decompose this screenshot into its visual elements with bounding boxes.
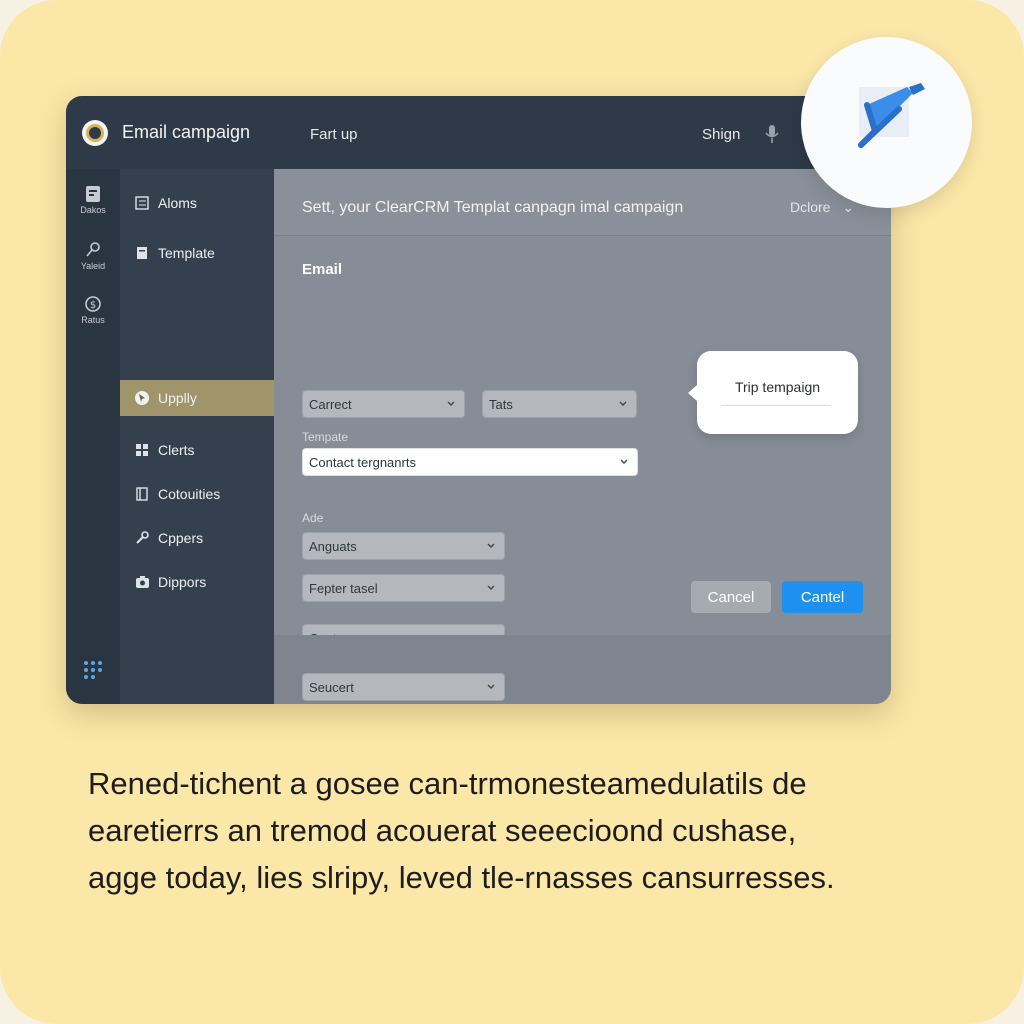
sidebar-item-label: Cppers xyxy=(158,530,204,546)
sidebar-item-label: Clerts xyxy=(158,442,195,458)
select-value: Contact tergnanrts xyxy=(309,454,416,470)
sidebar-item-dippors[interactable]: Dippors xyxy=(120,564,274,600)
chevron-down-icon xyxy=(487,543,495,548)
select-value: Fepter tasel xyxy=(309,580,378,596)
camera-icon xyxy=(134,574,150,590)
dropdown-anguats[interactable]: Anguats xyxy=(302,532,505,560)
main-panel: Sett, your ClearCRM Templat canpagn imal… xyxy=(274,169,891,704)
caption-line: earetierrs an tremod acouerat seeecioond… xyxy=(88,813,797,848)
select-value: Anguats xyxy=(309,538,357,554)
chevron-down-icon xyxy=(620,459,628,464)
sidebar-item-label: Aloms xyxy=(158,195,197,211)
book-icon xyxy=(134,486,150,502)
document-icon xyxy=(86,186,100,202)
caption-line: Rened-tichent a gosee can-trmonesteamedu… xyxy=(88,766,807,801)
header-dropdown[interactable]: Dclore ⌄ xyxy=(790,199,854,216)
sidebar-item-aloms[interactable]: Aloms xyxy=(120,185,274,221)
email-select-a[interactable]: Carrect xyxy=(302,390,465,418)
sidebar-item-label: Template xyxy=(158,245,215,261)
wrench-icon xyxy=(134,530,150,546)
template-icon xyxy=(134,245,150,261)
select-value: Carrect xyxy=(309,396,352,412)
title-bar: Email campaign Fart up Shign xyxy=(66,96,891,169)
sidebar-item-upplly[interactable]: Upplly xyxy=(120,380,274,416)
sidebar-item-template[interactable]: Template xyxy=(120,235,274,271)
app-title: Email campaign xyxy=(122,122,251,142)
grid-icon xyxy=(134,442,150,458)
ade-label: Ade xyxy=(302,511,324,525)
dollar-icon: $ xyxy=(85,296,101,312)
microphone-icon[interactable] xyxy=(764,124,780,144)
cursor-icon xyxy=(134,390,150,406)
tooltip-divider xyxy=(721,405,831,406)
cancel-button[interactable]: Cancel xyxy=(691,581,771,613)
icon-rail: Dakos Yaleid $ Ratus xyxy=(66,169,120,704)
dropdown-seucert[interactable]: Seucert xyxy=(302,673,505,701)
tooltip-popover: Trip tempaign xyxy=(688,351,858,434)
select-value: Tats xyxy=(489,396,513,412)
panel-heading: Sett, your ClearCRM Templat canpagn imal… xyxy=(302,199,684,216)
sidebar-item-label: Cotouities xyxy=(158,486,221,502)
template-label: Tempate xyxy=(302,430,349,444)
rail-item-ratus[interactable]: $ Ratus xyxy=(66,295,120,325)
rail-item-dakos[interactable]: Dakos xyxy=(66,185,120,215)
email-section-label: Email xyxy=(302,261,343,278)
chevron-down-icon xyxy=(487,585,495,590)
chevron-down-icon xyxy=(487,684,495,689)
select-value: Seucert xyxy=(309,679,354,695)
sidebar-item-cppers[interactable]: Cppers xyxy=(120,520,274,556)
sidebar-item-label: Dippors xyxy=(158,574,207,590)
panel-header: Sett, your ClearCRM Templat canpagn imal… xyxy=(274,169,891,236)
caption-text: Rened-tichent a gosee can-trmonesteamedu… xyxy=(88,760,948,901)
tooltip-text: Trip tempaign xyxy=(734,379,821,395)
email-select-b[interactable]: Tats xyxy=(482,390,637,418)
primary-button[interactable]: Cantel xyxy=(782,581,863,613)
rail-label: Dakos xyxy=(80,205,106,215)
menu-start-link[interactable]: Fart up xyxy=(310,126,358,143)
dropdown-fepter-tasel[interactable]: Fepter tasel xyxy=(302,574,505,602)
chevron-down-icon xyxy=(619,401,627,406)
edit-badge[interactable] xyxy=(801,37,972,208)
header-dropdown-value: Dclore xyxy=(790,199,831,215)
rail-item-yaleid[interactable]: Yaleid xyxy=(66,241,120,271)
template-select[interactable]: Contact tergnanrts xyxy=(302,448,638,476)
sidebar-item-label: Upplly xyxy=(158,390,197,406)
sidebar-item-cotouities[interactable]: Cotouities xyxy=(120,476,274,512)
caption-line: agge today, lies slripy, leved tle-rnass… xyxy=(88,860,835,895)
apps-grid-icon[interactable] xyxy=(82,659,104,681)
edit-document-icon xyxy=(858,83,925,148)
rail-label: Ratus xyxy=(81,315,105,325)
chevron-down-icon xyxy=(447,401,455,406)
svg-text:$: $ xyxy=(90,300,96,311)
rail-label: Yaleid xyxy=(80,261,106,271)
sidebar-item-clerts[interactable]: Clerts xyxy=(120,432,274,468)
app-logo-icon xyxy=(82,120,108,146)
link-icon xyxy=(86,242,100,257)
sidebar-nav: Aloms Template Upplly Clerts Cotouities xyxy=(120,169,274,704)
chevron-down-icon: ⌄ xyxy=(842,199,855,215)
list-icon xyxy=(134,195,150,211)
signin-link[interactable]: Shign xyxy=(702,126,740,143)
